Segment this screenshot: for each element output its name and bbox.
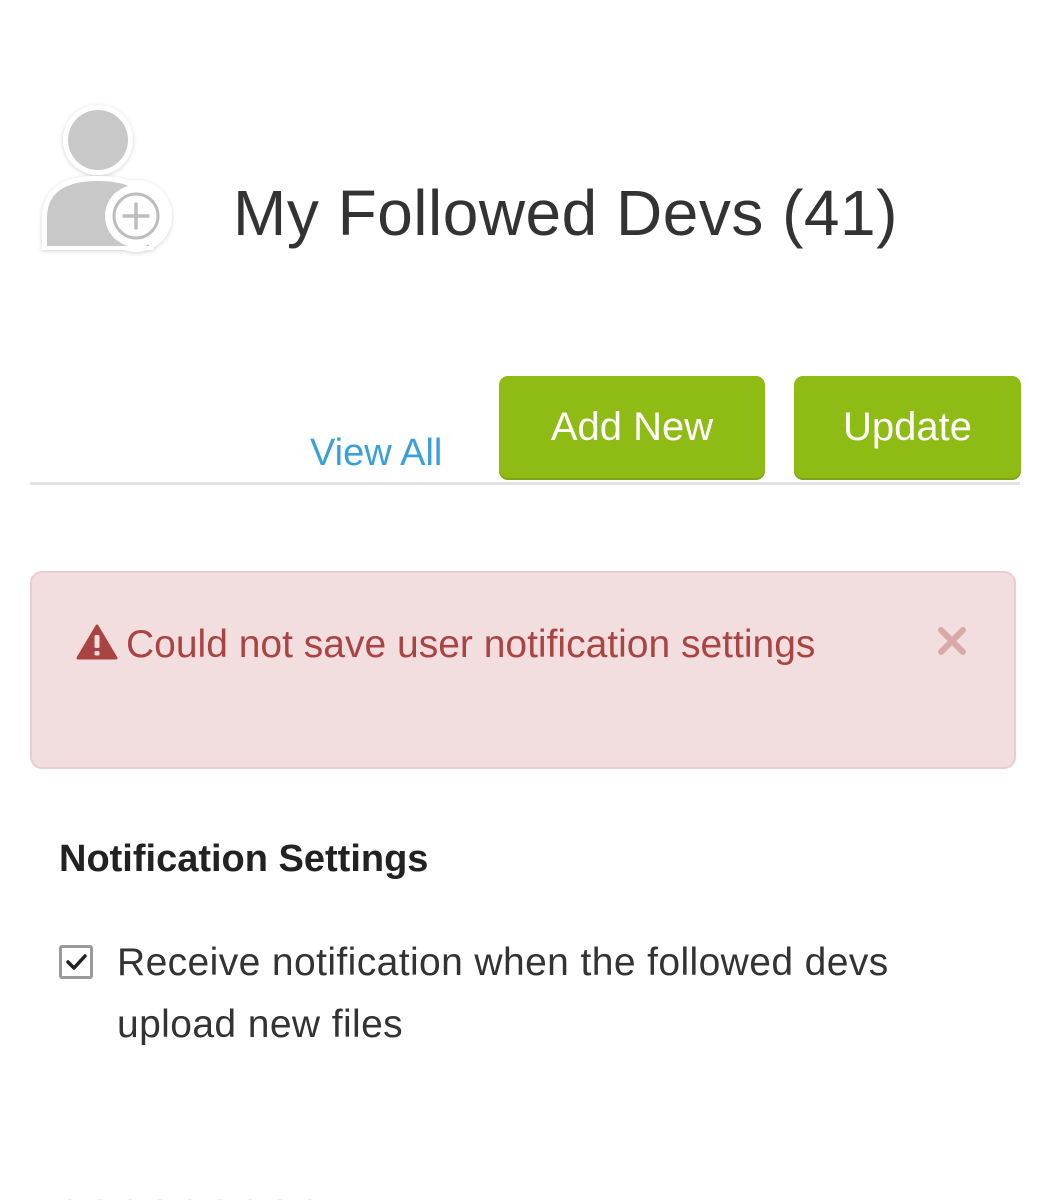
page-title: My Followed Devs (41): [233, 177, 898, 249]
add-new-button[interactable]: Add New: [499, 376, 765, 478]
view-all-link[interactable]: View All: [310, 432, 442, 475]
alert-message: Could not save user notification setting…: [126, 623, 816, 666]
update-button[interactable]: Update: [794, 376, 1021, 478]
star-rating-icon: [60, 1188, 320, 1200]
close-icon[interactable]: [936, 625, 968, 657]
alert-message-container: Could not save user notification setting…: [76, 617, 836, 673]
page: My Followed Devs (41) View All Add New U…: [0, 0, 1050, 1200]
toolbar-divider: [30, 482, 1020, 485]
notification-settings-heading: Notification Settings: [59, 838, 429, 880]
checkmark-icon: [66, 954, 87, 970]
notification-checkbox[interactable]: [59, 945, 93, 979]
error-alert: Could not save user notification setting…: [30, 571, 1016, 769]
notification-checkbox-label: Receive notification when the followed d…: [117, 941, 889, 1046]
warning-icon: [76, 620, 118, 660]
user-add-icon: [36, 100, 176, 256]
